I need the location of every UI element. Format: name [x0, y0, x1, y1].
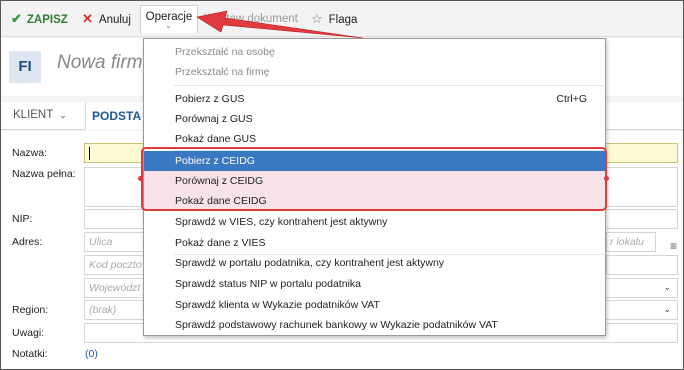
- menu-item-label: Pobierz z GUS: [175, 93, 245, 105]
- full-name-label: Nazwa pełna:: [12, 168, 76, 180]
- voivodeship-placeholder: Województ: [89, 282, 141, 294]
- menu-item-fetch-gus[interactable]: Pobierz z GUS Ctrl+G: [144, 89, 605, 109]
- operations-menu-button[interactable]: Operacje ⌄: [140, 5, 198, 33]
- menu-item-label: Pokaż dane CEIDG: [175, 195, 267, 207]
- menu-item-label: Sprawdź status NIP w portalu podatnika: [175, 278, 361, 290]
- menu-item-label: Sprawdź podstawowy rachunek bankowy w Wy…: [175, 319, 498, 331]
- region-label: Region:: [12, 304, 49, 316]
- menu-item-label: Sprawdź klienta w Wykazie podatników VAT: [175, 299, 380, 311]
- text-caret: [89, 147, 90, 160]
- tab-client[interactable]: KLIENT ⌄: [13, 109, 67, 121]
- notes-label: Notatki:: [12, 348, 48, 360]
- page-title: Nowa firm: [57, 52, 143, 73]
- menu-item-convert-to-person[interactable]: Przekształć na osobę: [144, 42, 605, 62]
- menu-item-show-ceidg[interactable]: Pokaż dane CEIDG: [144, 191, 605, 211]
- annotation-handle: [604, 176, 609, 181]
- menu-item-check-portal-active[interactable]: Sprawdź w portalu podatnika, czy kontrah…: [144, 253, 605, 273]
- menu-item-label: Pokaż dane z VIES: [175, 237, 266, 249]
- menu-item-show-vies[interactable]: Pokaż dane z VIES: [144, 233, 605, 253]
- street-input[interactable]: Ulica: [84, 232, 144, 252]
- menu-item-label: Pokaż dane GUS: [175, 133, 257, 145]
- cancel-label: Anuluj: [98, 14, 131, 26]
- local-number-placeholder: r lokalu: [610, 236, 644, 248]
- menu-item-check-bank-account[interactable]: Sprawdź podstawowy rachunek bankowy w Wy…: [144, 315, 605, 335]
- menu-item-label: Sprawdź w VIES, czy kontrahent jest akty…: [175, 216, 388, 228]
- menu-item-check-vat-register[interactable]: Sprawdź klienta w Wykazie podatników VAT: [144, 295, 605, 315]
- menu-item-convert-to-company[interactable]: Przekształć na firmę: [144, 62, 605, 82]
- cancel-button[interactable]: ✕ Anuluj: [82, 11, 131, 27]
- menu-item-label: Przekształć na osobę: [175, 46, 275, 58]
- menu-item-show-gus[interactable]: Pokaż dane GUS: [144, 129, 605, 149]
- annotation-handle: [138, 176, 143, 181]
- menu-item-label: Pobierz z CEIDG: [175, 155, 255, 167]
- city-input[interactable]: [606, 255, 678, 275]
- tab-basic[interactable]: PODSTA: [85, 102, 149, 130]
- app-window: ✔ ZAPISZ ✕ Anuluj Operacje ⌄ Wystaw dokume…: [0, 0, 684, 370]
- postal-code-placeholder: Kod poczto: [89, 259, 142, 271]
- menu-item-check-nip-status[interactable]: Sprawdź status NIP w portalu podatnika: [144, 274, 605, 294]
- address-label: Adres:: [12, 236, 43, 248]
- menu-separator: [174, 85, 604, 86]
- region-placeholder: (brak): [89, 304, 117, 316]
- checkmark-icon: ✔: [11, 11, 22, 26]
- menu-item-label: Porównaj z CEIDG: [175, 175, 264, 187]
- chevron-down-icon: ⌄: [663, 282, 671, 292]
- menu-item-compare-ceidg[interactable]: Porównaj z CEIDG: [144, 171, 605, 191]
- local-number-input[interactable]: r lokalu: [606, 232, 656, 252]
- menu-item-label: Porównaj z GUS: [175, 113, 253, 125]
- menu-item-fetch-ceidg[interactable]: Pobierz z CEIDG: [144, 151, 605, 171]
- save-label: ZAPISZ: [26, 14, 68, 26]
- postal-code-input[interactable]: Kod poczto: [84, 255, 144, 275]
- record-type-badge: FI: [9, 51, 41, 83]
- menu-item-label: Przekształć na firmę: [175, 66, 270, 78]
- chevron-down-icon: ⌄: [59, 110, 67, 120]
- menu-item-shortcut: Ctrl+G: [556, 93, 587, 105]
- menu-item-check-vies-active[interactable]: Sprawdź w VIES, czy kontrahent jest akty…: [144, 212, 605, 232]
- chevron-down-icon: ⌄: [663, 304, 671, 314]
- save-button[interactable]: ✔ ZAPISZ: [11, 11, 68, 27]
- annotation-arrow: [196, 10, 364, 39]
- menu-lines-icon[interactable]: ≡: [670, 239, 677, 253]
- tab-client-label: KLIENT: [13, 109, 54, 121]
- name-label: Nazwa:: [12, 147, 48, 159]
- street-placeholder: Ulica: [89, 236, 113, 248]
- menu-item-label: Sprawdź w portalu podatnika, czy kontrah…: [175, 257, 445, 269]
- chevron-down-icon: ⌄: [165, 21, 172, 30]
- close-icon: ✕: [82, 11, 93, 26]
- notes-count-link[interactable]: (0): [85, 348, 98, 360]
- nip-label: NIP:: [12, 213, 33, 225]
- remarks-label: Uwagi:: [12, 327, 45, 339]
- operations-dropdown-menu: Przekształć na osobę Przekształć na firm…: [143, 38, 606, 336]
- menu-item-compare-gus[interactable]: Porównaj z GUS: [144, 109, 605, 129]
